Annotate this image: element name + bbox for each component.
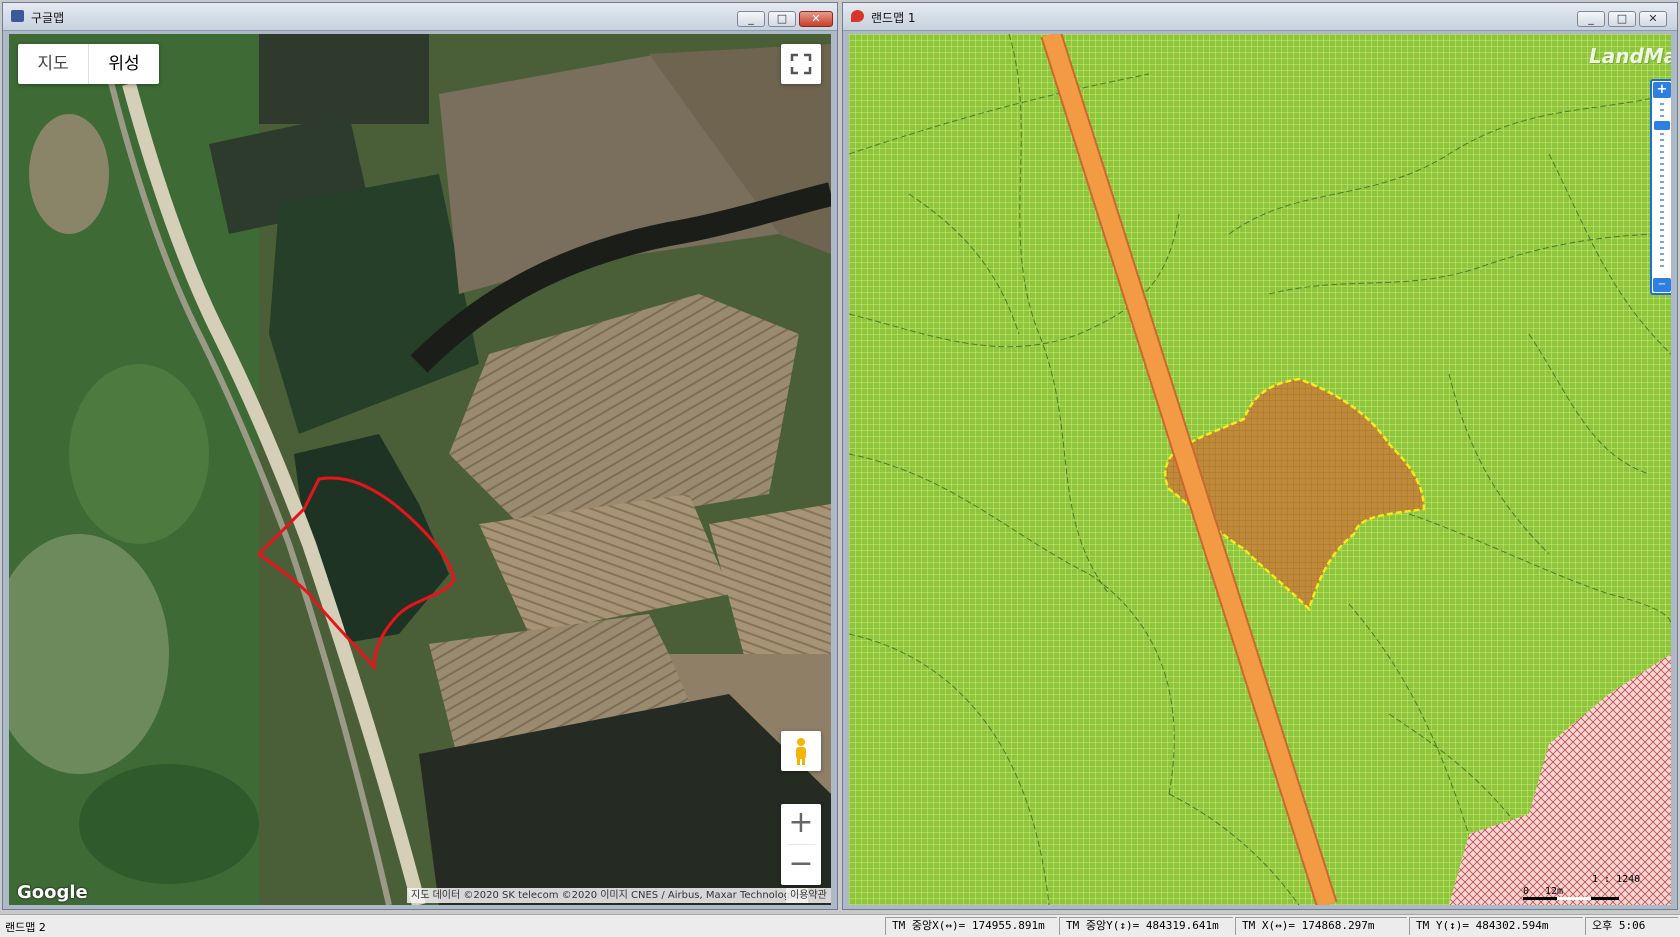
center-y-readout: TM 중앙Y(↕)= 484319.641m bbox=[1059, 917, 1233, 935]
terms-link[interactable]: 이용약관 bbox=[786, 888, 831, 903]
scale-zero: 0 bbox=[1523, 886, 1530, 897]
google-logo: Google bbox=[17, 882, 88, 903]
app-icon bbox=[11, 10, 24, 22]
landmap-window-titlebar[interactable]: 랜드맵 1 _ □ ✕ bbox=[843, 3, 1677, 31]
zoom-thumb[interactable] bbox=[1654, 121, 1670, 130]
google-window-titlebar[interactable]: 구글맵 _ □ ✕ bbox=[3, 3, 837, 31]
map-type-button-map[interactable]: 지도 bbox=[18, 44, 88, 84]
scale-distance: 12m bbox=[1545, 886, 1564, 897]
map-type-button-satellite[interactable]: 위성 bbox=[88, 44, 159, 84]
fullscreen-icon bbox=[790, 53, 812, 75]
status-left-label: 랜드맵 2 bbox=[5, 921, 46, 934]
zoom-control: + − bbox=[781, 804, 821, 885]
satellite-imagery bbox=[9, 34, 831, 905]
pegman-icon bbox=[796, 738, 806, 765]
zoom-in-button[interactable]: + bbox=[781, 804, 821, 844]
scale-ratio: 1 : 1240 bbox=[1592, 874, 1641, 885]
zoom-out-button[interactable]: − bbox=[1653, 278, 1671, 292]
maximize-button[interactable]: □ bbox=[1608, 11, 1636, 27]
street-view-button[interactable] bbox=[781, 731, 821, 771]
close-button[interactable]: ✕ bbox=[799, 11, 833, 27]
map-attribution: 지도 데이터 ©2020 SK telecom ©2020 이미지 CNES /… bbox=[407, 888, 809, 903]
tm-x-readout: TM X(↔)= 174868.297m bbox=[1235, 917, 1407, 935]
zoom-in-button[interactable]: + bbox=[1653, 82, 1671, 98]
scale-bar-graphic bbox=[1523, 897, 1619, 900]
map-type-toggle: 지도 위성 bbox=[18, 44, 159, 84]
fullscreen-button[interactable] bbox=[781, 44, 821, 84]
minimize-button[interactable]: _ bbox=[1577, 11, 1605, 27]
status-bar: 랜드맵 2 TM 중앙X(↔)= 174955.891m TM 중앙Y(↕)= … bbox=[0, 914, 1680, 937]
minimize-button[interactable]: _ bbox=[737, 11, 765, 27]
satellite-map[interactable]: 지도 위성 + − Google 지도 데이터 ©2020 SK telecom… bbox=[9, 34, 831, 905]
close-button[interactable]: ✕ bbox=[1639, 11, 1667, 27]
cadastral-map[interactable]: LandMap + − 1 : 1240 0 12m bbox=[849, 34, 1671, 905]
tm-y-readout: TM Y(↕)= 484302.594m bbox=[1409, 917, 1583, 935]
center-x-readout: TM 중앙X(↔)= 174955.891m bbox=[885, 917, 1057, 935]
zoom-slider[interactable]: + − bbox=[1650, 79, 1671, 295]
zoom-out-button[interactable]: − bbox=[781, 845, 821, 885]
landmap-window: 랜드맵 1 _ □ ✕ LandM + − 1: 1240 0 12m bbox=[842, 2, 1678, 910]
maximize-button[interactable]: □ bbox=[768, 11, 796, 27]
clock-readout: 오후 5:06 bbox=[1585, 917, 1678, 935]
landmap-logo: LandMap bbox=[1589, 44, 1671, 68]
window-title: 랜드맵 1 bbox=[871, 11, 916, 25]
scale-bar: 1 : 1240 0 12m bbox=[1519, 874, 1669, 904]
landmap-app-icon bbox=[851, 10, 864, 22]
cadastral-map-canvas bbox=[849, 34, 1671, 905]
window-title: 구글맵 bbox=[31, 11, 65, 25]
google-map-window: 구글맵 _ □ ✕ 지도 위성 + − Google 지도 데이터 ©2020 … bbox=[2, 2, 838, 910]
